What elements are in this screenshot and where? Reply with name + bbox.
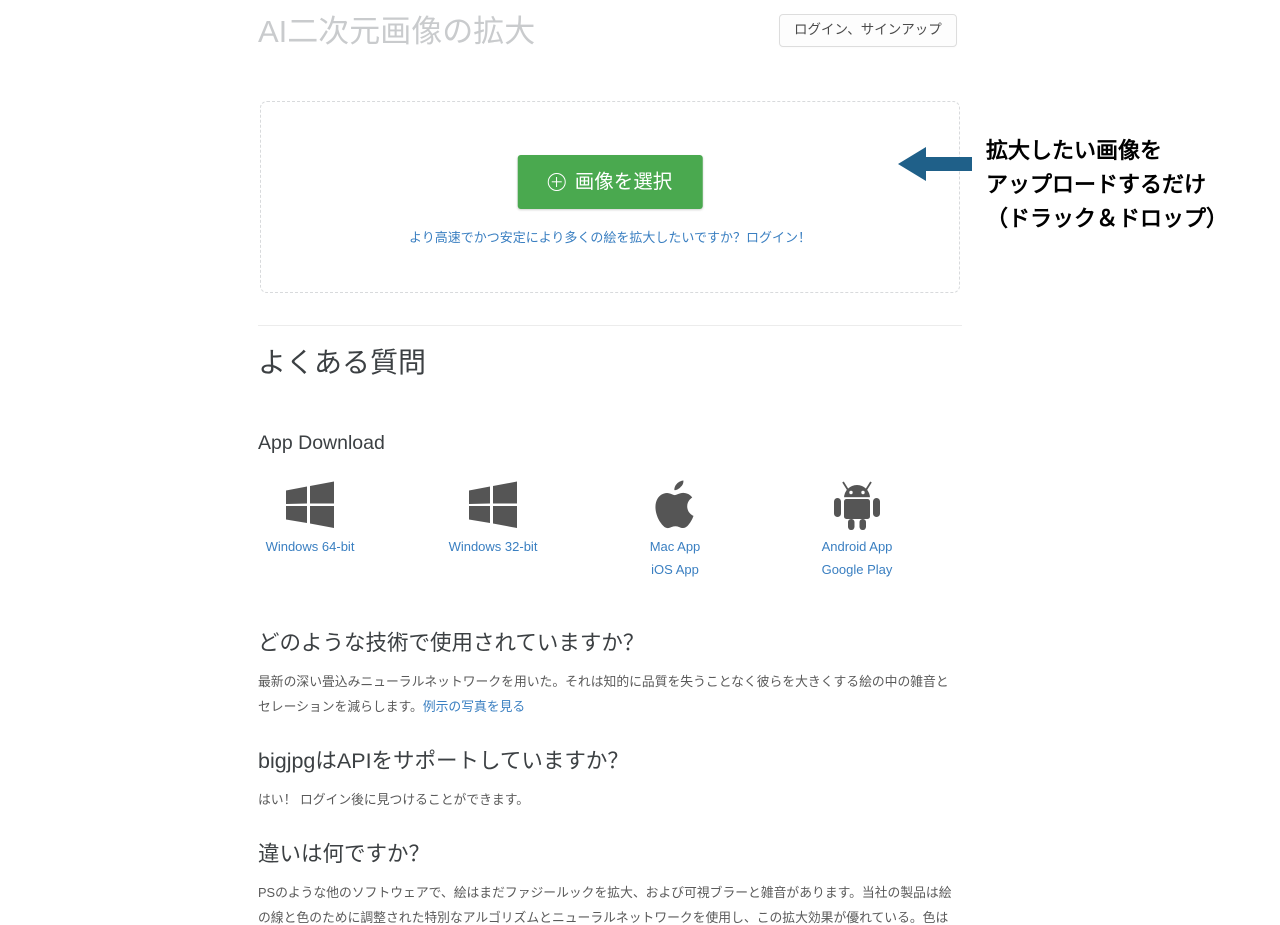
app-download-item-windows-64: Windows 64-bit	[235, 479, 385, 558]
login-signup-button[interactable]: ログイン、サインアップ	[779, 14, 957, 47]
page-header: AI二次元画像の拡大 ログイン、サインアップ	[258, 0, 962, 78]
app-download-item-windows-32: Windows 32-bit	[418, 479, 568, 558]
app-download-item-apple: Mac App iOS App	[600, 479, 750, 581]
faq-question-heading: 違いは何ですか？	[258, 842, 431, 866]
faq-answer-body: PSのような他のソフトウェアで、絵はまだファジールックを拡大、および可視ブラーと…	[258, 885, 952, 925]
section-divider	[258, 325, 962, 326]
faq-section: よくある質問 App Download Windows 64-bit Windo…	[258, 340, 962, 925]
faq-title: よくある質問	[258, 347, 427, 378]
select-image-button[interactable]: 画像を選択	[517, 155, 703, 209]
app-link[interactable]: Google Play	[782, 558, 932, 581]
faq-answer-body: はい！ ログイン後に見つけることができます。	[258, 792, 530, 807]
app-link[interactable]: Android App	[782, 535, 932, 558]
image-dropzone[interactable]: 画像を選択 より高速でかつ安定により多くの絵を拡大したいですか？ログイン！	[260, 101, 960, 293]
app-download-item-android: Android App Google Play	[782, 479, 932, 581]
windows-logo-icon	[418, 479, 568, 531]
faq-answer-body: 最新の深い畳込みニューラルネットワークを用いた。それは知的に品質を失うことなく彼…	[258, 669, 958, 719]
plus-circle-icon	[547, 173, 566, 191]
page-title: AI二次元画像の拡大	[258, 14, 536, 49]
windows-logo-icon	[235, 479, 385, 531]
faq-question-heading: どのような技術で使用されていますか？	[258, 631, 645, 655]
faq-question-heading: bigjpgはAPIをサポートしていますか？	[258, 749, 629, 773]
apple-logo-icon	[600, 479, 750, 531]
app-link[interactable]: Mac App	[600, 535, 750, 558]
annotation-line-2: アップロードするだけ	[986, 173, 1207, 198]
example-photos-link[interactable]: 例示の写真を見る	[423, 699, 525, 714]
app-download-row: Windows 64-bit Windows 32-bit Mac App iO…	[258, 479, 962, 601]
left-arrow-icon	[898, 147, 972, 186]
app-link[interactable]: Windows 64-bit	[235, 535, 385, 558]
app-link[interactable]: iOS App	[600, 558, 750, 581]
app-link[interactable]: Windows 32-bit	[418, 535, 568, 558]
page-root: AI二次元画像の拡大 ログイン、サインアップ 画像を選択 より高速でかつ安定によ…	[0, 0, 1280, 925]
select-image-button-label: 画像を選択	[574, 171, 673, 193]
annotation-text: 拡大したい画像を アップロードするだけ （ドラック＆ドロップ）	[986, 135, 1228, 237]
android-robot-icon	[782, 479, 932, 531]
faq-answer-text: 最新の深い畳込みニューラルネットワークを用いた。それは知的に品質を失うことなく彼…	[258, 674, 949, 714]
annotation-line-1: 拡大したい画像を	[986, 139, 1163, 164]
app-download-heading: App Download	[258, 432, 385, 454]
login-upsell-link[interactable]: より高速でかつ安定により多くの絵を拡大したいですか？ログイン！	[409, 227, 811, 246]
annotation-line-3: （ドラック＆ドロップ）	[986, 207, 1229, 232]
